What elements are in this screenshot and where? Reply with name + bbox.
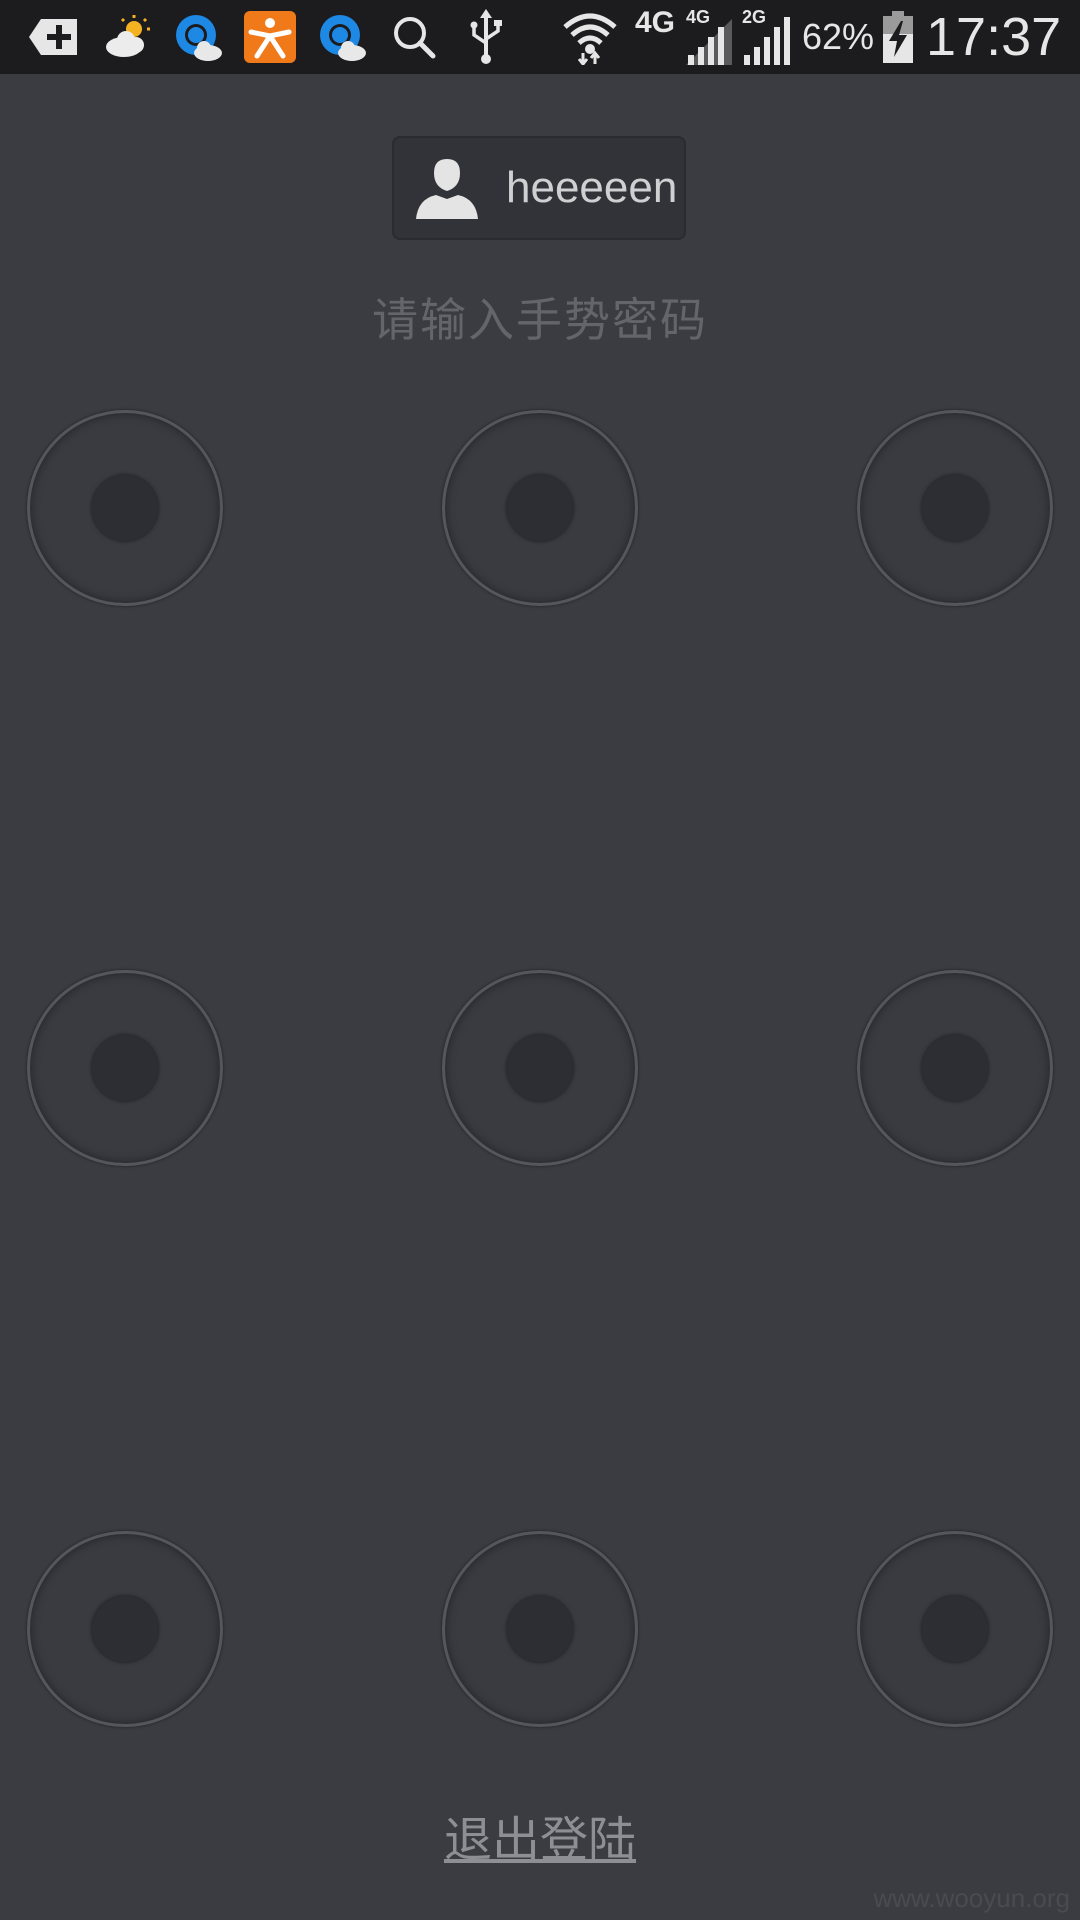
clock-time: 17:37	[926, 7, 1062, 67]
browser-icon[interactable]	[170, 0, 226, 74]
gesture-dot-core	[92, 475, 158, 541]
watermark: www.wooyun.org	[873, 1883, 1070, 1913]
add-notification-icon[interactable]	[26, 0, 82, 74]
gesture-dot-7[interactable]	[27, 1531, 223, 1727]
network-type-label: 4G	[634, 6, 676, 39]
battery-charging-icon	[878, 0, 918, 74]
signal-icon: 4G	[682, 0, 736, 74]
logout-link[interactable]: 退出登陆	[0, 1800, 1080, 1870]
gesture-dot-6[interactable]	[857, 970, 1053, 1166]
status-bar: 4G 4G 2G 62% 17:37	[0, 0, 1080, 74]
wifi-icon	[560, 0, 620, 74]
gesture-dot-core	[92, 1035, 158, 1101]
gesture-dot-core	[922, 1596, 988, 1662]
user-account-chip[interactable]: heeeeen	[392, 136, 686, 240]
battery-percent: 62%	[801, 16, 875, 57]
gesture-dot-9[interactable]	[857, 1531, 1053, 1727]
gesture-dot-3[interactable]	[857, 410, 1053, 606]
gesture-dot-2[interactable]	[442, 410, 638, 606]
browser-icon[interactable]	[314, 0, 370, 74]
search-icon[interactable]	[386, 0, 442, 74]
app-icon[interactable]	[242, 0, 298, 74]
gesture-dot-8[interactable]	[442, 1531, 638, 1727]
username-label: heeeeen	[506, 163, 678, 212]
gesture-password-prompt: 请输入手势密码	[372, 293, 708, 347]
usb-icon	[458, 0, 514, 74]
weather-icon[interactable]	[100, 0, 156, 74]
gesture-dot-core	[507, 1035, 573, 1101]
gesture-dot-core	[92, 1596, 158, 1662]
gesture-dot-5[interactable]	[442, 970, 638, 1166]
signal-icon: 2G	[738, 0, 792, 74]
gesture-dot-core	[507, 1596, 573, 1662]
gesture-dot-1[interactable]	[27, 410, 223, 606]
user-avatar-icon	[416, 159, 478, 219]
gesture-dot-core	[922, 1035, 988, 1101]
gesture-dot-core	[507, 475, 573, 541]
gesture-dot-4[interactable]	[27, 970, 223, 1166]
gesture-dot-core	[922, 475, 988, 541]
